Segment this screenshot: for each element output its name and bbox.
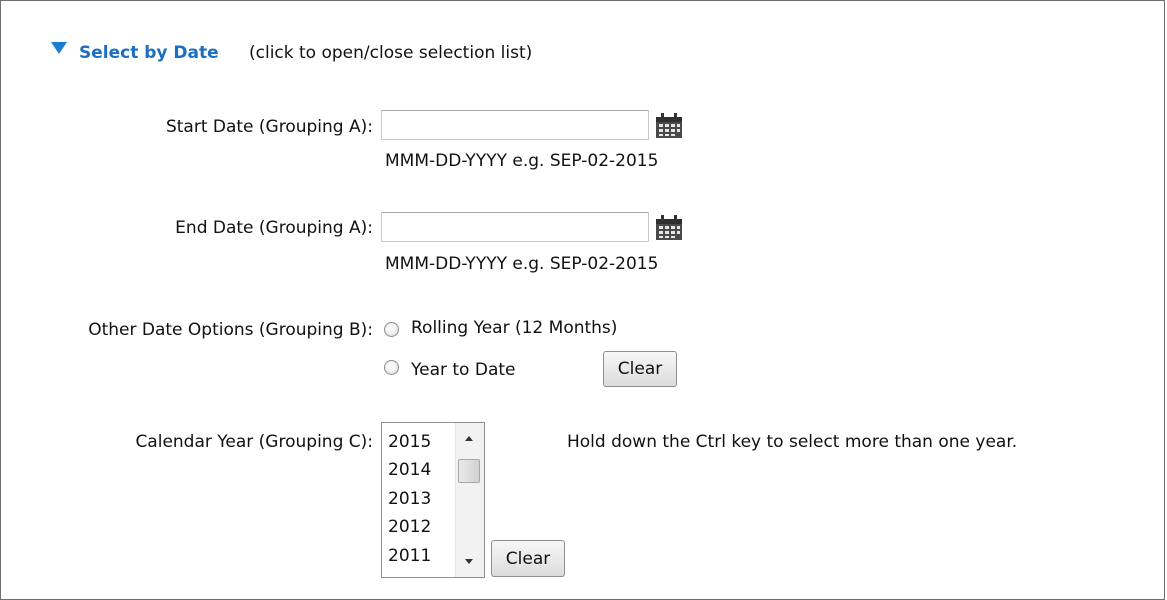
scroll-thumb[interactable] — [458, 459, 480, 483]
list-item[interactable]: 2013 — [388, 485, 431, 513]
section-hint: (click to open/close selection list) — [249, 43, 533, 63]
end-date-format-hint: MMM-DD-YYYY e.g. SEP-02-2015 — [385, 254, 659, 274]
start-date-label: Start Date (Grouping A): — [165, 117, 373, 137]
list-item[interactable]: 2015 — [388, 428, 431, 456]
other-date-options-label: Other Date Options (Grouping B): — [88, 320, 373, 340]
listbox-scrollbar[interactable] — [455, 423, 484, 577]
end-date-label: End Date (Grouping A): — [175, 218, 373, 238]
multi-select-hint: Hold down the Ctrl key to select more th… — [567, 432, 1018, 452]
clear-calendar-year-button[interactable]: Clear — [491, 540, 565, 577]
calendar-year-listbox[interactable]: 2015 2014 2013 2012 2011 — [381, 422, 485, 578]
end-date-input[interactable] — [381, 212, 649, 242]
rolling-year-label[interactable]: Rolling Year (12 Months) — [411, 318, 617, 338]
select-by-date-toggle[interactable]: Select by Date — [79, 43, 219, 63]
start-date-input[interactable] — [381, 110, 649, 140]
year-to-date-radio[interactable] — [384, 360, 399, 375]
year-to-date-label[interactable]: Year to Date — [411, 360, 516, 380]
scroll-up-arrow-icon[interactable] — [465, 436, 473, 441]
scroll-down-arrow-icon[interactable] — [465, 559, 473, 564]
list-item[interactable]: 2014 — [388, 456, 431, 484]
calendar-year-label: Calendar Year (Grouping C): — [135, 432, 373, 452]
rolling-year-radio[interactable] — [384, 322, 399, 337]
start-date-format-hint: MMM-DD-YYYY e.g. SEP-02-2015 — [385, 151, 659, 171]
clear-date-options-button[interactable]: Clear — [603, 351, 677, 387]
collapse-arrow-icon[interactable] — [51, 42, 67, 54]
page-frame — [0, 0, 1165, 600]
list-item[interactable]: 2011 — [388, 542, 431, 570]
calendar-icon[interactable] — [655, 213, 683, 241]
calendar-icon[interactable] — [655, 111, 683, 139]
list-item[interactable]: 2012 — [388, 513, 431, 541]
